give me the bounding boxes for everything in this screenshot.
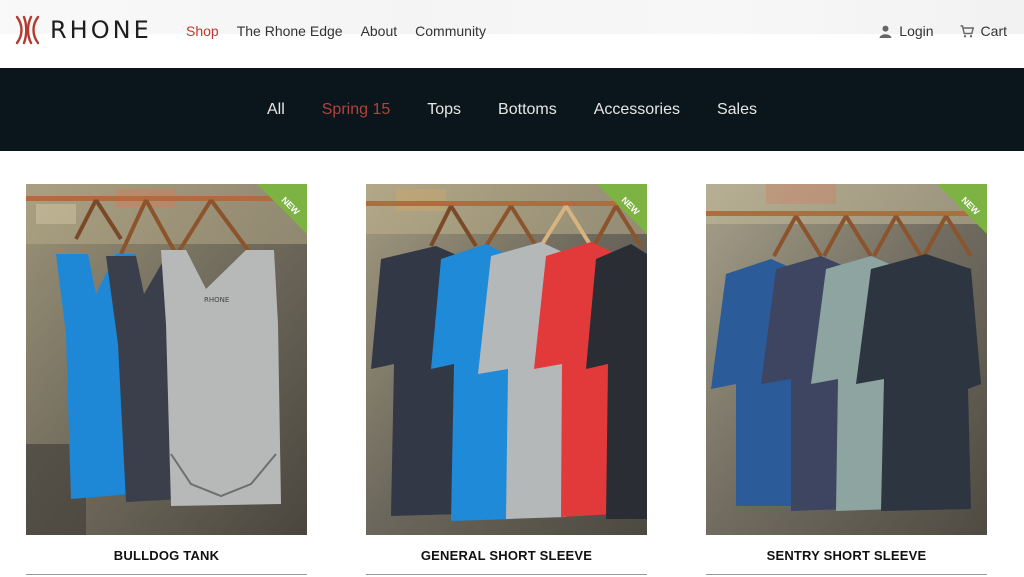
brand-logo[interactable]: RHONE — [14, 14, 152, 46]
product-name[interactable]: BULLDOG TANK — [26, 548, 307, 563]
divider — [26, 574, 307, 575]
category-bottoms[interactable]: Bottoms — [498, 101, 557, 119]
category-bar: All Spring 15 Tops Bottoms Accessories S… — [0, 68, 1024, 151]
product-image[interactable]: NEW — [706, 184, 987, 535]
sentry-short-sleeve-photo: NEW — [706, 184, 987, 535]
divider — [706, 574, 987, 575]
category-all[interactable]: All — [267, 101, 285, 119]
nav-shop[interactable]: Shop — [186, 23, 219, 39]
main-nav: Shop The Rhone Edge About Community — [186, 23, 486, 39]
user-icon — [879, 25, 892, 38]
header-background — [0, 0, 1024, 34]
cart-label: Cart — [980, 23, 1007, 39]
category-spring-15[interactable]: Spring 15 — [322, 101, 391, 119]
product-name[interactable]: GENERAL SHORT SLEEVE — [366, 548, 647, 563]
category-tops[interactable]: Tops — [427, 101, 461, 119]
nav-community[interactable]: Community — [415, 23, 486, 39]
product-card[interactable]: RHONE NEW BULLDOG TANK — [26, 184, 307, 575]
svg-text:RHONE: RHONE — [204, 296, 229, 304]
general-short-sleeve-photo: NEW — [366, 184, 647, 535]
nav-the-rhone-edge[interactable]: The Rhone Edge — [237, 23, 343, 39]
divider — [366, 574, 647, 575]
rhone-logo-icon — [15, 15, 40, 45]
cart-icon — [960, 24, 974, 37]
category-nav: All Spring 15 Tops Bottoms Accessories S… — [0, 101, 1024, 119]
login-link[interactable]: Login — [879, 23, 934, 39]
product-image[interactable]: RHONE NEW — [26, 184, 307, 535]
category-sales[interactable]: Sales — [717, 101, 757, 119]
product-image[interactable]: NEW — [366, 184, 647, 535]
cart-link[interactable]: Cart — [960, 23, 1007, 39]
product-card[interactable]: NEW GENERAL SHORT SLEEVE — [366, 184, 647, 575]
nav-about[interactable]: About — [361, 23, 398, 39]
brand-name: RHONE — [50, 16, 152, 44]
site-header: RHONE Shop The Rhone Edge About Communit… — [0, 0, 1024, 68]
bulldog-tank-photo: RHONE NEW — [26, 184, 307, 535]
product-name[interactable]: SENTRY SHORT SLEEVE — [706, 548, 987, 563]
category-accessories[interactable]: Accessories — [594, 101, 680, 119]
product-card[interactable]: NEW SENTRY SHORT SLEEVE — [706, 184, 987, 575]
login-label: Login — [899, 23, 934, 39]
user-nav: Login Cart — [879, 23, 1007, 39]
